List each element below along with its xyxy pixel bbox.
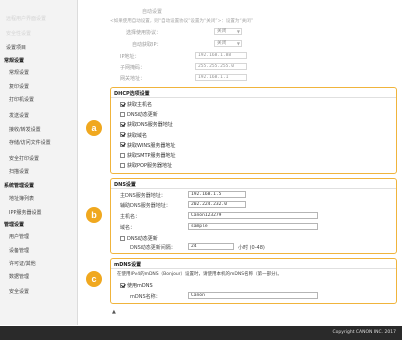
sidebar-item[interactable]: 复印设置	[9, 83, 29, 90]
top-note: <如果使用自动设置，则“自动设置协议”设置为“关闭”>：设置为“关闭”	[110, 19, 254, 24]
sidebar-item[interactable]: 发送设置	[9, 112, 29, 119]
primary-dns-label: 主DNS服务器地址：	[120, 193, 166, 199]
checkbox-box[interactable]	[120, 101, 125, 107]
dhcp-option-label: 获取SMTP服务器地址	[127, 153, 176, 159]
use-mdns-checkbox[interactable]: 使用mDNS	[120, 282, 153, 289]
auto-protocol-select[interactable]: 关闭 ▼	[214, 28, 242, 35]
ip-field[interactable]: 192.168.1.88	[195, 52, 247, 59]
primary-dns-field[interactable]: 192.168.1.5	[188, 191, 246, 198]
mdns-name-field[interactable]: Canon	[188, 292, 318, 299]
gateway-field[interactable]: 192.168.1.1	[195, 74, 247, 81]
sidebar-item: 管理设置	[4, 222, 25, 228]
sidebar-item[interactable]: 设置项目	[6, 44, 26, 51]
hostname-label: 主机名：	[120, 214, 141, 220]
top-heading: 自动设置	[142, 9, 163, 15]
checkbox-box[interactable]	[120, 121, 125, 127]
sidebar-item[interactable]: 数据管理	[9, 273, 29, 280]
use-mdns-label: 使用mDNS	[127, 283, 153, 289]
dhcp-option-label: 获取主机名	[127, 102, 153, 108]
checkbox-box[interactable]	[120, 111, 125, 117]
badge-c: c	[86, 271, 102, 287]
secondary-dns-field[interactable]: 202.224.232.0	[188, 201, 246, 208]
dns-dynamic-update-label: DNS动态更新	[127, 236, 158, 242]
auto-protocol-label: 选择使用协议：	[126, 30, 162, 36]
dns-section-divider	[111, 188, 396, 189]
sidebar-item[interactable]: 地址簿列表	[9, 195, 34, 202]
dhcp-option-label: 获取WINS服务器地址	[127, 142, 176, 149]
sidebar-item: 系统管理设置	[4, 183, 35, 189]
sidebar-item[interactable]: 许可证/其他	[9, 260, 36, 267]
checkbox-box[interactable]	[120, 235, 125, 241]
mdns-note: 在使用IPv4的mDNS（Bonjour）设置时，请使用本机的mDNS名称（第一…	[117, 272, 282, 277]
checkbox-box[interactable]	[120, 162, 125, 168]
badge-a: a	[86, 120, 102, 136]
main-content: 自动设置 <如果使用自动设置，则“自动设置协议”设置为“关闭”>：设置为“关闭”…	[84, 0, 402, 325]
sidebar-item[interactable]: 存储/访问文件设置	[9, 139, 51, 146]
dhcp-option-checkbox[interactable]: 获取SMTP服务器地址	[120, 152, 176, 159]
dhcp-section-divider	[111, 97, 396, 98]
dns-interval-label: DNS动态更新间隔：	[130, 245, 176, 251]
mask-field[interactable]: 255.255.255.0	[195, 63, 247, 70]
dhcp-option-checkbox[interactable]: 获取WINS服务器地址	[120, 142, 175, 149]
dns-dynamic-update-checkbox[interactable]: DNS动态更新	[120, 235, 158, 242]
sidebar-item[interactable]: 接收/转发设置	[9, 126, 41, 133]
copyright-text: Copyright CANON INC. 2017	[332, 330, 397, 335]
domain-field[interactable]: sample	[188, 223, 318, 230]
mdns-section-divider	[111, 268, 396, 269]
mdns-settings-section: mDNS设置 在使用IPv4的mDNS（Bonjour）设置时，请使用本机的mD…	[110, 258, 397, 304]
dhcp-option-checkbox[interactable]: 获取DNS服务器地址	[120, 121, 173, 128]
domain-label: 域名：	[120, 225, 136, 231]
sidebar-item[interactable]: 设备管理	[9, 247, 29, 254]
dns-settings-section: DNS设置 主DNS服务器地址： 192.168.1.5 辅助DNS服务器地址：…	[110, 178, 397, 254]
dhcp-option-label: 获取POP服务器地址	[127, 163, 172, 170]
dhcp-option-checkbox[interactable]: DNS动态更新	[120, 111, 158, 118]
dhcp-option-label: 获取DNS服务器地址	[127, 122, 173, 129]
checkbox-box[interactable]	[120, 142, 125, 148]
sidebar-item[interactable]: 远程用户界面设置	[6, 15, 46, 22]
sidebar-item[interactable]: 安全性设置	[6, 30, 31, 37]
dhcp-option-checkbox[interactable]: 获取主机名	[120, 101, 152, 108]
mask-label: 子网掩码：	[120, 65, 146, 71]
sidebar-item[interactable]: 安全设置	[9, 288, 29, 295]
mdns-section-title: mDNS设置	[114, 262, 142, 268]
checkbox-box[interactable]	[120, 132, 125, 138]
auto-ip-label: 自动获取IP：	[132, 42, 162, 48]
sidebar-item[interactable]: 用户管理	[9, 233, 29, 240]
dhcp-option-checkbox[interactable]: 获取域名	[120, 132, 147, 139]
sidebar-item[interactable]: 打印机设置	[9, 96, 34, 103]
secondary-dns-label: 辅助DNS服务器地址：	[120, 203, 171, 209]
gateway-label: 网关地址：	[120, 76, 146, 82]
dhcp-options-section: DHCP选项设置 获取主机名 DNS动态更新获取DNS服务器地址 获取域名获取WIN…	[110, 87, 397, 174]
dhcp-option-label: 获取域名	[127, 132, 148, 139]
footer: Copyright CANON INC. 2017	[0, 326, 402, 340]
sidebar: 远程用户界面设置 安全性设置 设置项目 常规设置 常规设置 复印设置 打印机设置 发送设置 接收…	[0, 0, 78, 325]
dhcp-section-title: DHCP选项设置	[114, 91, 150, 97]
badge-b: b	[86, 207, 102, 223]
ip-label: IP地址：	[120, 54, 140, 60]
sidebar-item[interactable]: 扫描设置	[9, 168, 29, 175]
dns-section-title: DNS设置	[114, 182, 136, 188]
sidebar-item[interactable]: IPP服务器设置	[9, 209, 42, 216]
dhcp-option-checkbox[interactable]: 获取POP服务器地址	[120, 162, 172, 169]
sidebar-item: 常规设置	[4, 58, 25, 64]
checkbox-box[interactable]	[120, 282, 125, 288]
dns-interval-unit: 小时 (0-48)	[238, 245, 265, 251]
sidebar-item[interactable]: 常规设置	[9, 69, 29, 76]
checkbox-box[interactable]	[120, 152, 125, 158]
scroll-to-top-icon[interactable]: ▲	[112, 309, 118, 315]
sidebar-item[interactable]: 安全打印设置	[9, 155, 39, 162]
dns-interval-field[interactable]: 24	[188, 243, 234, 250]
hostname-field[interactable]: Canon123279	[188, 212, 318, 219]
dhcp-option-label: DNS动态更新	[127, 112, 158, 119]
auto-ip-select[interactable]: 关闭 ▼	[214, 40, 242, 47]
mdns-name-label: mDNS名称：	[130, 294, 161, 300]
